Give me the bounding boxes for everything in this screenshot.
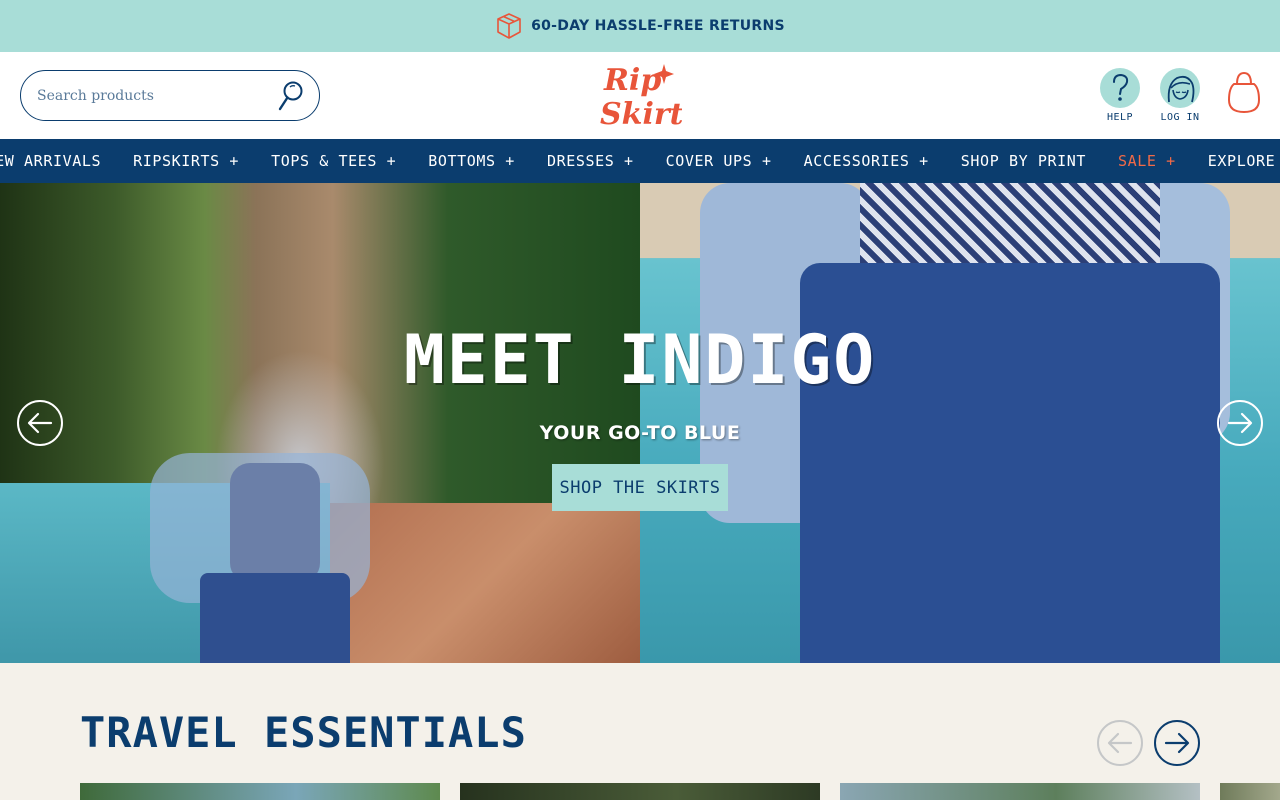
main-nav: NEW ARRIVALS RIPSKIRTS + TOPS & TEES + B… (0, 139, 1280, 183)
hero-title: MEET INDIGO (403, 321, 877, 400)
login-label: LOG IN (1160, 112, 1200, 123)
site-header: Rip Skirt HELP LOG IN (0, 52, 1280, 139)
hero-prev-arrow-icon[interactable] (17, 400, 63, 446)
nav-cover-ups[interactable]: COVER UPS + (650, 152, 788, 170)
product-card-image[interactable] (460, 783, 820, 800)
product-card-image[interactable] (840, 783, 1200, 800)
search-icon[interactable] (275, 79, 305, 113)
nav-bottoms[interactable]: BOTTOMS + (412, 152, 531, 170)
nav-ripskirts[interactable]: RIPSKIRTS + (117, 152, 255, 170)
hero-subtitle: YOUR GO-TO BLUE (539, 422, 741, 444)
nav-new-arrivals[interactable]: NEW ARRIVALS (0, 152, 117, 170)
search-bar (20, 70, 320, 121)
product-card-image[interactable] (1220, 783, 1280, 800)
hero-content: MEET INDIGO YOUR GO-TO BLUE SHOP THE SKI… (0, 183, 1280, 663)
nav-tops-tees[interactable]: TOPS & TEES + (255, 152, 412, 170)
shopping-bag-icon[interactable] (1225, 70, 1263, 116)
riptskirt-logo[interactable]: Rip Skirt (598, 60, 684, 132)
carousel-next-arrow-icon[interactable] (1154, 720, 1200, 766)
user-avatar-icon (1160, 68, 1200, 108)
hero-banner: MEET INDIGO YOUR GO-TO BLUE SHOP THE SKI… (0, 183, 1280, 663)
nav-explore[interactable]: EXPLORE + (1192, 152, 1280, 170)
login-link[interactable]: LOG IN (1160, 68, 1200, 123)
product-card-image[interactable] (80, 783, 440, 800)
logo-line-1: Rip (603, 63, 661, 98)
nav-dresses[interactable]: DRESSES + (531, 152, 650, 170)
logo-line-2: Skirt (600, 97, 682, 130)
carousel-prev-arrow-icon[interactable] (1097, 720, 1143, 766)
help-link[interactable]: HELP (1100, 68, 1140, 123)
search-input[interactable] (37, 87, 275, 104)
nav-sale[interactable]: SALE + (1102, 152, 1192, 170)
announcement-bar: 60-DAY HASSLE-FREE RETURNS (0, 0, 1280, 52)
help-label: HELP (1106, 112, 1134, 123)
nav-accessories[interactable]: ACCESSORIES + (788, 152, 945, 170)
shop-the-skirts-button[interactable]: SHOP THE SKIRTS (552, 464, 728, 511)
announcement-text[interactable]: 60-DAY HASSLE-FREE RETURNS (531, 18, 785, 34)
help-icon (1100, 68, 1140, 108)
nav-shop-by-print[interactable]: SHOP BY PRINT (945, 152, 1102, 170)
box-icon (495, 12, 523, 40)
hero-next-arrow-icon[interactable] (1217, 400, 1263, 446)
section-title: TRAVEL ESSENTIALS (80, 708, 527, 757)
